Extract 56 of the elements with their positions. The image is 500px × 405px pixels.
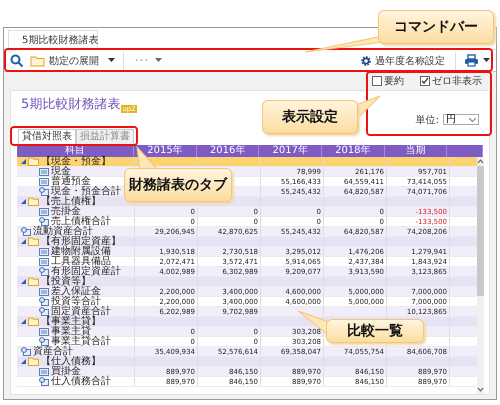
caret-icon[interactable] — [483, 58, 490, 63]
document-tab[interactable]: 5期比較財務諸表 — [8, 30, 98, 49]
expanded-triangle-icon[interactable] — [21, 159, 26, 164]
expanded-triangle-icon[interactable] — [21, 359, 26, 364]
display-option-checkbox[interactable]: 要約 — [372, 74, 404, 88]
expanded-triangle-icon[interactable] — [21, 239, 26, 244]
document-tab-title: 5期比較財務諸表 — [22, 34, 98, 47]
account-name[interactable]: 売掛金 — [51, 206, 81, 216]
name-settings-button[interactable]: 過年度名称設定 — [358, 54, 447, 67]
account-name[interactable]: 事業主貸 — [51, 326, 91, 336]
account-name[interactable]: 【売上債権】 — [41, 196, 101, 206]
account-name[interactable]: 流動資産合計 — [33, 226, 93, 236]
folder-icon — [30, 54, 46, 66]
callout-label: 表示設定 — [262, 100, 358, 134]
printer-icon[interactable] — [464, 54, 479, 67]
account-name[interactable]: 買掛金 — [51, 366, 81, 376]
expanded-triangle-icon[interactable] — [21, 319, 26, 324]
report-title: 5期比較財務諸表 — [21, 96, 120, 113]
account-name[interactable]: 仕入債務合計 — [51, 376, 111, 386]
account-name[interactable]: 【事業主貸】 — [41, 316, 101, 326]
scrollbar-thumb[interactable] — [477, 166, 484, 296]
checkmark-icon — [421, 77, 429, 85]
expanded-triangle-icon[interactable] — [21, 279, 26, 284]
callout-label: 比較一覧 — [326, 319, 424, 343]
account-name[interactable]: 【投資等】 — [41, 276, 91, 286]
gear-icon — [360, 54, 372, 66]
account-name[interactable]: 現金 — [51, 166, 71, 176]
account-name[interactable]: 事業主貸合計 — [51, 336, 111, 346]
account-name[interactable]: 売上債権合計 — [51, 216, 111, 226]
display-option-checkbox[interactable]: ゼロ非表示 — [420, 74, 482, 88]
account-name[interactable]: 現金・預金合計 — [51, 186, 121, 196]
caret-icon[interactable] — [155, 58, 162, 63]
callout-label: コマンドバー — [378, 10, 494, 44]
chevron-down-icon — [469, 118, 476, 122]
account-name[interactable]: 資産合計 — [33, 346, 73, 356]
callout-label: 財務諸表のタブ — [124, 168, 232, 202]
search-icon[interactable] — [10, 54, 24, 68]
account-name[interactable]: 固定資産合計 — [51, 306, 111, 316]
caret-icon[interactable] — [108, 58, 115, 63]
account-name[interactable]: 【現金・預金】 — [41, 156, 111, 166]
account-name[interactable]: 差入保証金 — [51, 286, 101, 296]
account-name[interactable]: 有形固定資産計 — [51, 266, 121, 276]
account-name[interactable]: 【仕入債務】 — [41, 356, 101, 366]
expanded-triangle-icon[interactable] — [21, 199, 26, 204]
account-name[interactable]: 投資等合計 — [51, 296, 101, 306]
expand-accounts-button[interactable]: 勘定の展開 — [28, 54, 101, 67]
vertical-scrollbar[interactable] — [477, 157, 484, 394]
account-name[interactable]: 建物附属設備 — [51, 246, 111, 256]
unit-select[interactable]: 円 — [443, 114, 479, 125]
unit-label: 単位: — [416, 114, 439, 126]
scroll-down-icon[interactable] — [477, 387, 484, 392]
account-name[interactable]: 工具器具備品 — [51, 256, 111, 266]
account-name[interactable]: 【有形固定資産】 — [41, 236, 121, 246]
statement-tab[interactable]: 貸借対照表 — [18, 129, 76, 145]
scroll-up-icon[interactable] — [477, 159, 484, 164]
account-name[interactable]: 普通預金 — [51, 176, 91, 186]
